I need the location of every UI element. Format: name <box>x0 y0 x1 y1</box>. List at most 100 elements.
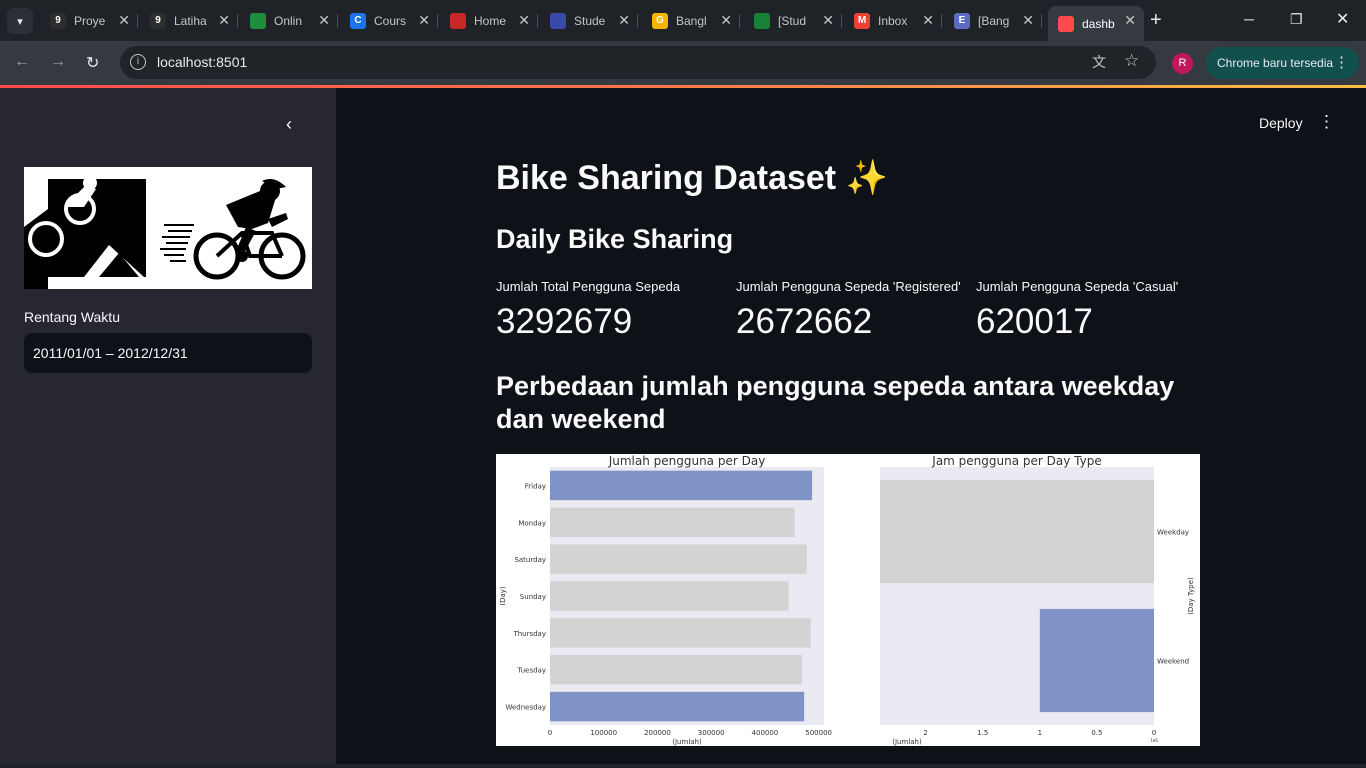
deploy-button[interactable]: Deploy <box>1259 115 1303 131</box>
classroom-favicon-icon <box>250 12 266 29</box>
close-tab-icon[interactable]: ✕ <box>418 12 430 29</box>
page-title: Bike Sharing Dataset ✨ <box>496 159 888 197</box>
chart1-category-label: Sunday <box>520 593 546 601</box>
date-range-value: 2011/01/01 – 2012/12/31 <box>33 345 188 361</box>
metric-total: Jumlah Total Pengguna Sepeda 3292679 <box>496 279 680 342</box>
sidebar-logo-image <box>24 167 312 289</box>
chart1-tick-label: 200000 <box>644 729 671 737</box>
address-bar[interactable]: i localhost:8501 文 ☆ <box>120 46 1156 79</box>
metric-registered: Jumlah Pengguna Sepeda 'Registered' 2672… <box>736 279 961 342</box>
chart2-tick-label: 1.5 <box>977 729 988 737</box>
translate-icon[interactable]: 文 <box>1092 52 1106 72</box>
close-tab-icon[interactable]: ✕ <box>1022 12 1034 29</box>
date-range-label: Rentang Waktu <box>24 309 120 325</box>
chart2-scale-label: 1e6 <box>1150 738 1158 743</box>
tab-title: [Stud <box>778 13 807 28</box>
sidebar: ‹ Rentang Waktu 2011/01/01 – 2012/12/31 <box>0 88 336 768</box>
metric-label: Jumlah Pengguna Sepeda 'Casual' <box>976 279 1179 294</box>
chart1-category-label: Saturday <box>514 556 546 564</box>
main-menu-icon[interactable]: ⋮ <box>1318 112 1335 132</box>
tab-7[interactable]: G Bangl ✕ <box>642 6 740 35</box>
forward-icon[interactable]: → <box>50 53 66 71</box>
chrome-update-button[interactable]: Chrome baru tersedia ⋮ <box>1206 47 1359 79</box>
back-icon[interactable]: ← <box>14 53 30 71</box>
tab-6[interactable]: Stude ✕ <box>540 6 638 35</box>
tab-title: Bangl <box>676 13 707 28</box>
G-favicon-icon: G <box>652 12 668 29</box>
chart2-xlabel: (Jumlah) <box>892 738 922 746</box>
tab-10[interactable]: E [Bang ✕ <box>944 6 1042 35</box>
tab-8[interactable]: [Stud ✕ <box>744 6 842 35</box>
browser-tab-bar: ▾ 9 Proye ✕ 9 Latiha ✕ Onlin ✕ C Cours ✕ Home ✕ Stude… <box>0 0 1366 41</box>
tab-title: dashb <box>1082 16 1115 31</box>
metric-casual: Jumlah Pengguna Sepeda 'Casual' 620017 <box>976 279 1178 342</box>
chart1-xlabel: (Jumlah) <box>672 738 702 746</box>
bottom-edge <box>0 764 1366 768</box>
tab-title: Stude <box>574 13 606 28</box>
chart1-bar <box>550 654 803 685</box>
9-favicon-icon: 9 <box>50 12 66 29</box>
close-tab-icon[interactable]: ✕ <box>618 12 630 29</box>
chrome-menu-icon[interactable]: ⋮ <box>1334 53 1349 71</box>
sheets-favicon-icon <box>754 12 770 29</box>
browser-toolbar: ← → ↻ i localhost:8501 文 ☆ R Chrome baru… <box>0 41 1366 85</box>
tab-5[interactable]: Home ✕ <box>440 6 538 35</box>
tab-1[interactable]: 9 Proye ✕ <box>40 6 138 35</box>
chart1-category-label: Tuesday <box>517 667 546 675</box>
reload-icon[interactable]: ↻ <box>86 53 99 73</box>
close-tab-icon[interactable]: ✕ <box>922 12 934 29</box>
close-window-icon[interactable]: ✕ <box>1336 9 1349 29</box>
close-tab-icon[interactable]: ✕ <box>822 12 834 29</box>
chart2-category-label: Weekday <box>1157 529 1189 537</box>
chart1-category-label: Friday <box>525 482 546 490</box>
C-favicon-icon: C <box>350 12 366 29</box>
chart2-tick-label: 0 <box>1152 729 1156 737</box>
streamlit-favicon-icon <box>1058 15 1074 32</box>
metric-label: Jumlah Total Pengguna Sepeda <box>496 279 681 294</box>
chart1-tick-label: 100000 <box>590 729 617 737</box>
tab-9[interactable]: M Inbox ✕ <box>844 6 942 35</box>
tab-search-icon[interactable]: ▾ <box>7 8 33 34</box>
new-tab-icon[interactable]: + <box>1150 9 1162 32</box>
metric-value: 2672662 <box>736 302 873 341</box>
chart1-title: Jumlah pengguna per Day <box>608 454 766 468</box>
collapse-sidebar-icon[interactable]: ‹ <box>286 114 292 135</box>
close-tab-icon[interactable]: ✕ <box>518 12 530 29</box>
date-range-input[interactable]: 2011/01/01 – 2012/12/31 <box>24 333 312 373</box>
chart1-category-label: Wednesday <box>505 704 546 712</box>
close-tab-icon[interactable]: ✕ <box>118 12 130 29</box>
tab-4[interactable]: C Cours ✕ <box>340 6 438 35</box>
chart2-category-label: Weekend <box>1157 658 1189 666</box>
chart1-bar <box>550 581 789 611</box>
chart-svg: Jumlah pengguna per Day Friday Monday Satur… <box>499 454 1195 746</box>
close-tab-icon[interactable]: ✕ <box>1124 12 1136 29</box>
chart1-tick-label: 500000 <box>805 729 832 737</box>
close-tab-icon[interactable]: ✕ <box>318 12 330 29</box>
tab-title: Onlin <box>274 13 303 28</box>
M-favicon-icon: M <box>854 12 870 29</box>
site-info-icon[interactable]: i <box>130 54 146 70</box>
url-text[interactable]: localhost:8501 <box>157 54 247 70</box>
profile-avatar[interactable]: R <box>1172 53 1193 74</box>
tab-3[interactable]: Onlin ✕ <box>240 6 338 35</box>
close-tab-icon[interactable]: ✕ <box>720 12 732 29</box>
bookmark-star-icon[interactable]: ☆ <box>1124 51 1139 71</box>
metric-value: 3292679 <box>496 302 633 341</box>
chart2-title: Jam pengguna per Day Type <box>931 454 1101 468</box>
tab-11[interactable]: dashb ✕ <box>1048 6 1144 41</box>
update-label: Chrome baru tersedia <box>1217 56 1334 70</box>
metric-value: 620017 <box>976 302 1093 341</box>
chart1-ylabel: (Day) <box>499 586 507 606</box>
tab-2[interactable]: 9 Latiha ✕ <box>140 6 238 35</box>
chart1-bar <box>550 544 807 574</box>
chart1-bar <box>550 691 805 722</box>
chart1-tick-label: 300000 <box>698 729 725 737</box>
stripe-favicon-icon <box>550 12 566 29</box>
chart1-bar <box>550 618 811 648</box>
tab-title: Cours <box>374 13 407 28</box>
chart1-category-label: Monday <box>518 519 546 527</box>
tab-title: Latiha <box>174 13 207 28</box>
restore-icon[interactable]: ❐ <box>1290 11 1303 28</box>
minimize-icon[interactable]: ─ <box>1244 11 1254 27</box>
close-tab-icon[interactable]: ✕ <box>218 12 230 29</box>
